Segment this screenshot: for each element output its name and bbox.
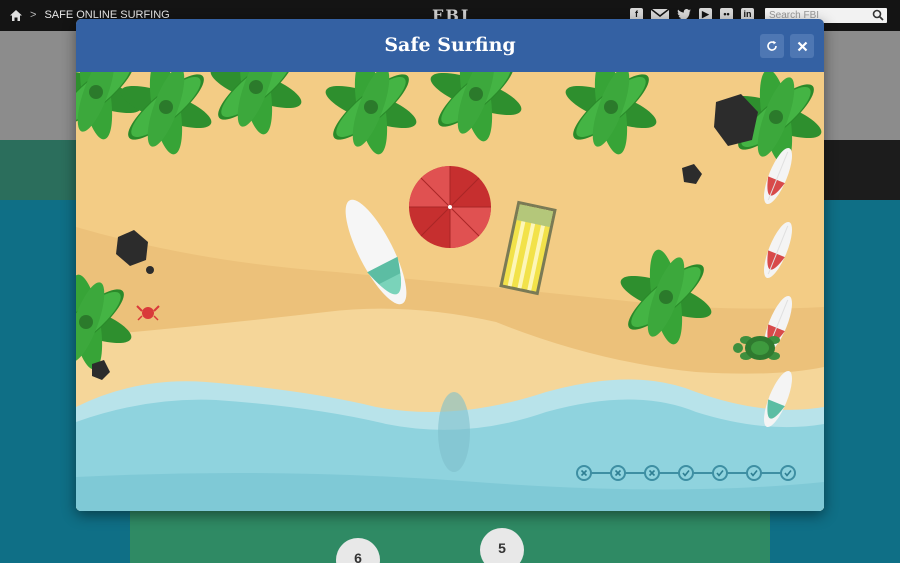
diver-shadow (438, 392, 470, 472)
progress-step-5 (712, 465, 728, 481)
beach-umbrella[interactable] (409, 166, 491, 248)
beach-scene (76, 72, 824, 511)
map-level-6-label: 6 (354, 550, 362, 563)
game-modal: Safe Surfing (76, 19, 824, 511)
restart-button[interactable] (760, 34, 784, 58)
map-level-5[interactable]: 5 (480, 528, 524, 563)
progress-step-6 (746, 465, 762, 481)
close-icon (797, 41, 807, 51)
modal-title: Safe Surfing (384, 34, 516, 56)
progress-step-7 (780, 465, 796, 481)
map-level-6[interactable]: 6 (336, 538, 380, 563)
progress-step-4 (678, 465, 694, 481)
modal-header: Safe Surfing (76, 19, 824, 72)
island-map: 6 5 (130, 508, 770, 563)
progress-tracker (576, 465, 796, 481)
progress-step-2 (610, 465, 626, 481)
close-button[interactable] (790, 34, 814, 58)
progress-step-1 (576, 465, 592, 481)
sea-turtle[interactable] (733, 336, 780, 360)
progress-step-3 (644, 465, 660, 481)
rock (146, 266, 154, 274)
search-icon[interactable] (872, 9, 884, 21)
map-level-5-label: 5 (498, 540, 506, 556)
breadcrumb-separator: > (30, 9, 37, 21)
refresh-icon (767, 40, 777, 51)
home-icon[interactable] (10, 9, 22, 21)
